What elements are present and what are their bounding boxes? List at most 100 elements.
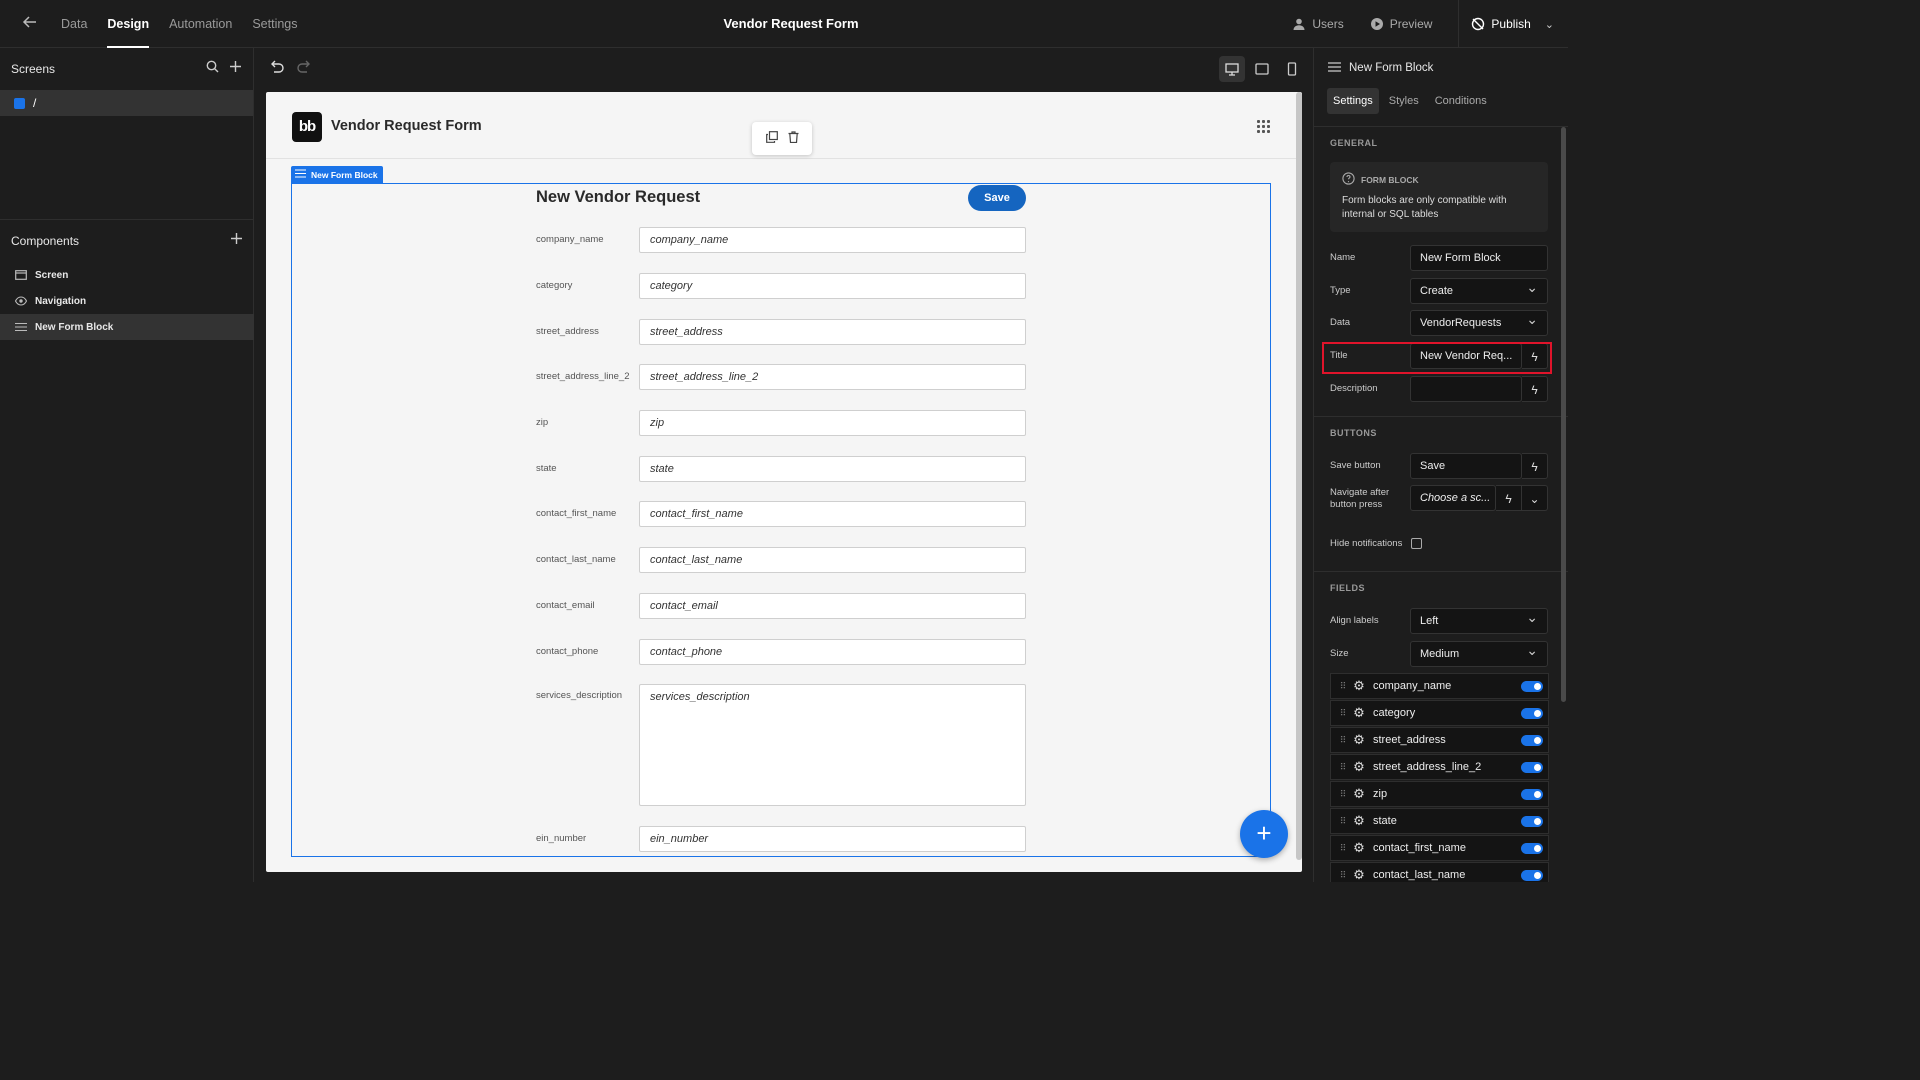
field-input[interactable]: contact_first_name xyxy=(639,501,1026,527)
navigate-screen-input[interactable]: Choose a sc... xyxy=(1410,485,1496,511)
field-list-item[interactable]: ⠿ ⚙ contact_last_name xyxy=(1330,862,1549,882)
description-input[interactable] xyxy=(1410,376,1522,402)
gear-icon[interactable]: ⚙ xyxy=(1351,678,1367,694)
field-toggle[interactable] xyxy=(1521,761,1543,773)
binding-bolt-icon[interactable]: ϟ xyxy=(1522,453,1548,479)
binding-bolt-icon[interactable]: ϟ xyxy=(1522,376,1548,402)
field-list-item[interactable]: ⠿ ⚙ street_address xyxy=(1330,727,1549,753)
gear-icon[interactable]: ⚙ xyxy=(1351,813,1367,829)
gear-icon[interactable]: ⚙ xyxy=(1351,786,1367,802)
form-field-row: zip zip xyxy=(536,410,1026,436)
component-item-form-block[interactable]: New Form Block xyxy=(0,314,254,340)
prop-label: Hide notifications xyxy=(1330,538,1403,549)
trash-icon[interactable] xyxy=(788,130,799,148)
prop-data: Data VendorRequests xyxy=(1330,310,1548,336)
field-toggle[interactable] xyxy=(1521,734,1543,746)
drag-handle-icon[interactable]: ⠿ xyxy=(1335,735,1351,746)
field-list-item[interactable]: ⠿ ⚙ zip xyxy=(1330,781,1549,807)
field-label: ein_number xyxy=(536,833,587,844)
settings-scrollbar[interactable] xyxy=(1561,127,1566,702)
prop-size: Size Medium xyxy=(1330,641,1548,667)
field-toggle[interactable] xyxy=(1521,680,1543,692)
drag-handle-icon[interactable]: ⠿ xyxy=(1335,816,1351,827)
screen-icon xyxy=(15,270,27,280)
undo-icon[interactable] xyxy=(269,60,285,79)
redo-icon[interactable] xyxy=(296,60,312,79)
add-component-icon[interactable] xyxy=(230,232,243,250)
field-list-item[interactable]: ⠿ ⚙ contact_first_name xyxy=(1330,835,1549,861)
form-field-row: contact_first_name contact_first_name xyxy=(536,501,1026,527)
component-label: Navigation xyxy=(35,295,87,307)
hide-notifications-checkbox[interactable] xyxy=(1411,538,1422,549)
field-label: contact_email xyxy=(536,600,595,611)
field-input[interactable]: zip xyxy=(639,410,1026,436)
gear-icon[interactable]: ⚙ xyxy=(1351,732,1367,748)
tab-styles[interactable]: Styles xyxy=(1383,88,1425,114)
field-toggle[interactable] xyxy=(1521,815,1543,827)
field-input[interactable]: contact_last_name xyxy=(639,547,1026,573)
drag-handle-icon[interactable]: ⠿ xyxy=(1335,762,1351,773)
field-toggle[interactable] xyxy=(1521,842,1543,854)
preview-button[interactable]: Preview xyxy=(1370,17,1432,31)
gear-icon[interactable]: ⚙ xyxy=(1351,705,1367,721)
component-label: Screen xyxy=(35,269,69,281)
name-input[interactable]: New Form Block xyxy=(1410,245,1548,271)
form-block-icon xyxy=(15,322,27,332)
drag-handle-icon[interactable]: ⠿ xyxy=(1335,870,1351,881)
field-textarea[interactable]: services_description xyxy=(639,684,1026,806)
duplicate-icon[interactable] xyxy=(765,130,778,148)
save-button[interactable]: Save xyxy=(968,185,1026,211)
save-button-input[interactable]: Save xyxy=(1410,453,1522,479)
component-label: New Form Block xyxy=(35,321,114,333)
prop-label: Type xyxy=(1330,285,1351,296)
field-list-item[interactable]: ⠿ ⚙ category xyxy=(1330,700,1549,726)
field-input[interactable]: ein_number xyxy=(639,826,1026,852)
field-input[interactable]: category xyxy=(639,273,1026,299)
app-menu-grid-icon[interactable] xyxy=(1257,120,1270,133)
data-select[interactable]: VendorRequests xyxy=(1410,310,1548,336)
field-input[interactable]: contact_phone xyxy=(639,639,1026,665)
binding-bolt-icon[interactable]: ϟ xyxy=(1496,485,1522,511)
prop-hide-notifications: Hide notifications xyxy=(1330,531,1548,557)
size-select[interactable]: Medium xyxy=(1410,641,1548,667)
tablet-view-icon[interactable] xyxy=(1249,56,1275,82)
settings-title: New Form Block xyxy=(1349,62,1434,74)
gear-icon[interactable]: ⚙ xyxy=(1351,867,1367,882)
mobile-view-icon[interactable] xyxy=(1279,56,1305,82)
gear-icon[interactable]: ⚙ xyxy=(1351,759,1367,775)
field-input[interactable]: contact_email xyxy=(639,593,1026,619)
component-item-screen[interactable]: Screen xyxy=(0,262,254,288)
field-toggle[interactable] xyxy=(1521,707,1543,719)
field-list-item[interactable]: ⠿ ⚙ company_name xyxy=(1330,673,1549,699)
section-fields: FIELDS xyxy=(1330,583,1366,593)
component-item-navigation[interactable]: Navigation xyxy=(0,288,254,314)
field-toggle[interactable] xyxy=(1521,788,1543,800)
drag-handle-icon[interactable]: ⠿ xyxy=(1335,681,1351,692)
screen-item[interactable]: / xyxy=(0,90,253,116)
drag-handle-icon[interactable]: ⠿ xyxy=(1335,789,1351,800)
users-label: Users xyxy=(1312,17,1344,31)
canvas-scrollbar[interactable] xyxy=(1296,92,1302,860)
field-list-item[interactable]: ⠿ ⚙ street_address_line_2 xyxy=(1330,754,1549,780)
add-component-fab[interactable]: + xyxy=(1240,810,1288,858)
drag-handle-icon[interactable]: ⠿ xyxy=(1335,708,1351,719)
tab-conditions[interactable]: Conditions xyxy=(1429,88,1493,114)
field-list-item[interactable]: ⠿ ⚙ state xyxy=(1330,808,1549,834)
users-button[interactable]: Users xyxy=(1292,17,1344,31)
field-input[interactable]: company_name xyxy=(639,227,1026,253)
field-input[interactable]: street_address_line_2 xyxy=(639,364,1026,390)
field-input[interactable]: street_address xyxy=(639,319,1026,345)
chevron-down-icon[interactable]: ⌄ xyxy=(1522,485,1548,511)
search-icon[interactable] xyxy=(206,60,219,78)
gear-icon[interactable]: ⚙ xyxy=(1351,840,1367,856)
publish-button[interactable]: Publish ⌄ xyxy=(1458,0,1568,48)
align-labels-select[interactable]: Left xyxy=(1410,608,1548,634)
desktop-view-icon[interactable] xyxy=(1219,56,1245,82)
field-toggle[interactable] xyxy=(1521,869,1543,881)
field-name: category xyxy=(1373,707,1416,719)
tab-settings[interactable]: Settings xyxy=(1327,88,1379,114)
field-input[interactable]: state xyxy=(639,456,1026,482)
type-select[interactable]: Create xyxy=(1410,278,1548,304)
drag-handle-icon[interactable]: ⠿ xyxy=(1335,843,1351,854)
add-screen-icon[interactable] xyxy=(229,60,242,78)
